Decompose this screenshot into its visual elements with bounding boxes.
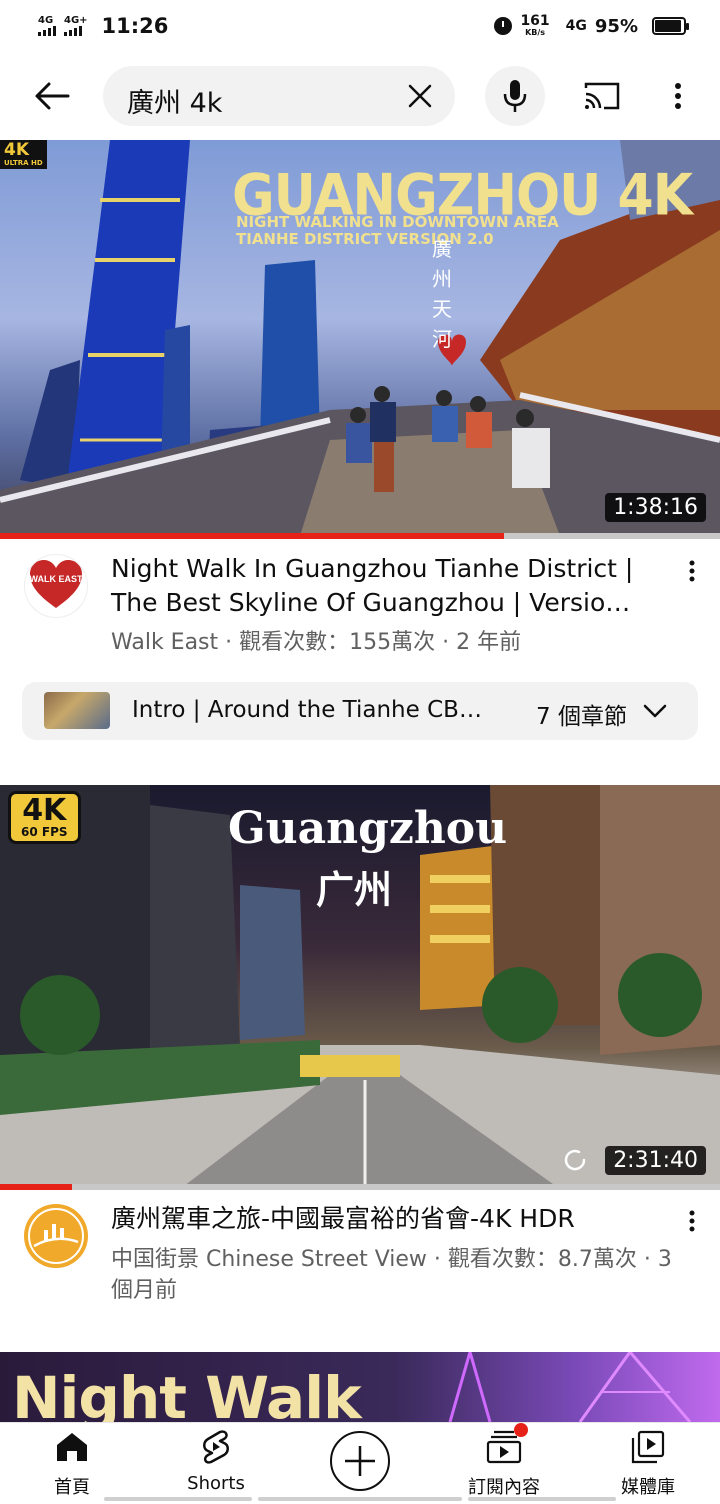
watch-progress-fill bbox=[0, 1184, 72, 1190]
alarm-icon bbox=[494, 17, 513, 35]
microphone-icon bbox=[503, 80, 527, 112]
video-info[interactable]: WALK EAST Night Walk In Guangzhou Tianhe… bbox=[0, 552, 720, 672]
subscriptions-icon bbox=[486, 1423, 528, 1465]
library-icon bbox=[630, 1429, 666, 1465]
thumbnail-subtitle-line-1: NIGHT WALKING IN DOWNTOWN AREA bbox=[236, 213, 559, 231]
chapter-count: 7 個章節 bbox=[536, 704, 627, 730]
video-thumbnail[interactable]: Night Walk bbox=[0, 1352, 720, 1422]
chevron-down-icon bbox=[643, 704, 667, 718]
video-info[interactable]: 廣州駕車之旅-中國最富裕的省會-4K HDR 中国街景 Chinese Stre… bbox=[0, 1202, 720, 1312]
channel-avatar[interactable] bbox=[24, 1204, 88, 1268]
network-label: 4G bbox=[565, 18, 587, 34]
city-skyline-logo-icon bbox=[28, 1208, 84, 1264]
4k-badge: 4K ULTRA HD bbox=[0, 140, 47, 169]
cast-button[interactable] bbox=[578, 76, 626, 116]
network-type: 4G bbox=[566, 19, 587, 33]
chapter-thumbnail bbox=[44, 692, 110, 729]
nav-label: 首頁 bbox=[54, 1477, 90, 1498]
signal-indicator-1: 4G bbox=[38, 16, 56, 36]
video-thumbnail[interactable]: 4K ULTRA HD GUANGZHOU 4K NIGHT WALKING I… bbox=[0, 140, 720, 536]
heart-logo-icon: WALK EAST bbox=[30, 560, 84, 608]
thumbnail-title: Guangzhou bbox=[228, 803, 508, 854]
thumbnail-title: Night Walk bbox=[12, 1364, 362, 1422]
chapters-bar[interactable]: Intro | Around the Tianhe CBD… 7 個章節 bbox=[22, 682, 698, 740]
back-button[interactable] bbox=[28, 74, 76, 118]
duration-badge: 2:31:40 bbox=[605, 1146, 706, 1175]
video-thumbnail[interactable]: 4K 60 FPS Guangzhou 广州 2:31:40 bbox=[0, 785, 720, 1189]
nav-home[interactable]: 首頁 bbox=[17, 1429, 127, 1501]
gesture-indicator bbox=[468, 1497, 616, 1501]
badge-sub-label: ULTRA HD bbox=[4, 159, 43, 167]
status-bar: 4G 4G+ 11:26 161 KB/s 4G 95% bbox=[0, 0, 720, 52]
search-header: 廣州 4k bbox=[0, 60, 720, 132]
4k-60fps-badge: 4K 60 FPS bbox=[8, 791, 81, 844]
bottom-navigation: 首頁 Shorts 訂閱內容 媒體庫 bbox=[0, 1422, 720, 1504]
more-vert-icon bbox=[675, 83, 681, 109]
thumbnail-subtitle: NIGHT WALKING IN DOWNTOWN AREA TIANHE DI… bbox=[236, 214, 559, 248]
channel-avatar[interactable]: WALK EAST bbox=[24, 554, 88, 618]
cast-icon bbox=[584, 82, 620, 110]
video-title[interactable]: Night Walk In Guangzhou Tianhe District … bbox=[111, 552, 666, 620]
clock: 11:26 bbox=[101, 14, 169, 38]
nav-label: 訂閱內容 bbox=[468, 1477, 540, 1498]
create-button[interactable] bbox=[330, 1431, 390, 1491]
network-speed: 161 KB/s bbox=[520, 14, 549, 38]
thumbnail-subtitle-line-2: TIANHE DISTRICT VERSION 2.0 bbox=[236, 230, 494, 248]
nav-subscriptions[interactable]: 訂閱內容 bbox=[449, 1423, 559, 1501]
nav-label: 媒體庫 bbox=[621, 1477, 675, 1498]
video-title[interactable]: 廣州駕車之旅-中國最富裕的省會-4K HDR bbox=[111, 1202, 666, 1236]
signal-indicator-2: 4G+ bbox=[64, 16, 88, 36]
signal-label: 4G bbox=[38, 15, 54, 26]
search-input[interactable]: 廣州 4k bbox=[103, 66, 455, 126]
watch-progress-fill bbox=[0, 533, 504, 539]
signal-label: 4G+ bbox=[64, 15, 88, 26]
duration-badge: 1:38:16 bbox=[605, 493, 706, 522]
badge-label: 4K bbox=[22, 793, 67, 828]
thumbnail-vertical-text: 廣州天河 bbox=[432, 237, 452, 351]
watch-progress-bar bbox=[0, 533, 720, 539]
more-options-button[interactable] bbox=[660, 76, 696, 116]
arrow-left-icon bbox=[35, 82, 70, 110]
nav-shorts[interactable]: Shorts bbox=[161, 1429, 271, 1501]
clear-search-button[interactable] bbox=[403, 80, 437, 112]
shorts-icon bbox=[198, 1429, 234, 1465]
nav-label: Shorts bbox=[187, 1473, 245, 1494]
battery-icon bbox=[652, 17, 689, 35]
create-plus-icon bbox=[345, 1446, 375, 1476]
video-menu-button[interactable] bbox=[682, 1206, 702, 1236]
chapter-label: Intro | Around the Tianhe CBD… bbox=[132, 697, 482, 723]
loading-spinner-icon bbox=[564, 1149, 586, 1171]
thumbnail-scene bbox=[448, 1352, 692, 1422]
gesture-indicator bbox=[104, 1497, 252, 1501]
svg-text:WALK EAST: WALK EAST bbox=[30, 574, 84, 584]
home-icon bbox=[54, 1429, 90, 1465]
video-menu-button[interactable] bbox=[682, 556, 702, 586]
close-icon bbox=[408, 84, 432, 108]
more-vert-icon bbox=[689, 560, 695, 582]
speed-unit: KB/s bbox=[525, 28, 546, 37]
thumbnail-subtitle: 广州 bbox=[316, 868, 393, 912]
more-vert-icon bbox=[689, 1210, 695, 1232]
battery-percent: 95% bbox=[594, 15, 638, 37]
video-meta: 中国街景 Chinese Street View · 觀看次數：8.7萬次 · … bbox=[111, 1247, 672, 1303]
nav-library[interactable]: 媒體庫 bbox=[593, 1429, 703, 1501]
watch-progress-bar bbox=[0, 1184, 720, 1190]
notification-dot bbox=[514, 1423, 528, 1437]
badge-label: 4K bbox=[4, 140, 30, 160]
video-meta: Walk East · 觀看次數：155萬次 · 2 年前 bbox=[111, 630, 522, 655]
voice-search-button[interactable] bbox=[485, 66, 545, 126]
search-query: 廣州 4k bbox=[127, 88, 223, 119]
speed-value: 161 bbox=[520, 13, 550, 29]
badge-sub-label: 60 FPS bbox=[21, 825, 68, 839]
gesture-indicator bbox=[258, 1497, 462, 1501]
